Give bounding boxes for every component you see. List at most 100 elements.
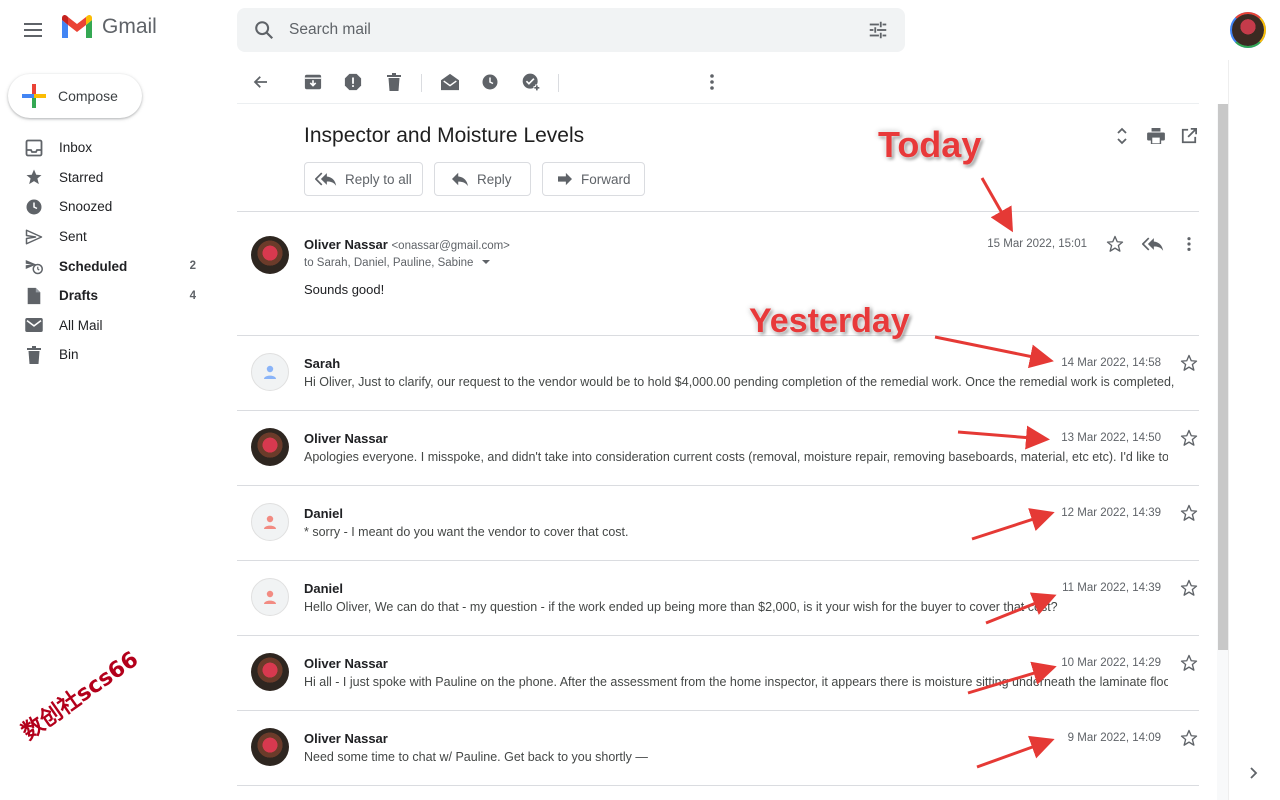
mark-unread-button[interactable] <box>438 70 462 94</box>
sidebar-item-bin[interactable]: Bin <box>0 340 210 370</box>
message-snippet: Hi all - I just spoke with Pauline on th… <box>304 675 1168 689</box>
star-button[interactable] <box>1179 353 1199 373</box>
trash-icon <box>387 73 401 91</box>
message-snippet: Apologies everyone. I misspoke, and didn… <box>304 450 1168 464</box>
sender-avatar[interactable] <box>251 503 289 541</box>
chevron-right-icon <box>1250 767 1258 779</box>
snooze-button[interactable] <box>478 70 502 94</box>
search-options-icon[interactable] <box>867 19 889 41</box>
message-date: 11 Mar 2022, 14:39 <box>1062 582 1161 594</box>
report-spam-icon <box>344 73 362 91</box>
sender-avatar[interactable] <box>251 428 289 466</box>
sender-avatar[interactable] <box>251 728 289 766</box>
archive-button[interactable] <box>301 70 325 94</box>
more-options-button[interactable] <box>700 70 724 94</box>
star-button[interactable] <box>1179 653 1199 673</box>
sidebar-item-all-mail[interactable]: All Mail <box>0 311 210 341</box>
sender-avatar[interactable] <box>251 653 289 691</box>
sender-email: <onassar@gmail.com> <box>391 240 510 252</box>
reply-label: Reply <box>477 171 512 187</box>
sender-name: Oliver Nassar <box>304 431 388 446</box>
forward-label: Forward <box>581 171 631 187</box>
star-button[interactable] <box>1105 234 1125 254</box>
search-icon[interactable] <box>253 19 275 41</box>
main-menu-button[interactable] <box>18 14 50 46</box>
reply-button[interactable]: Reply <box>434 162 531 196</box>
sidebar-item-drafts[interactable]: Drafts 4 <box>0 281 210 311</box>
account-avatar[interactable] <box>1230 12 1266 48</box>
sidebar-item-inbox[interactable]: Inbox <box>0 133 210 163</box>
annotation-yesterday: Yesterday <box>749 302 910 340</box>
star-outline-icon <box>1106 235 1124 252</box>
star-button[interactable] <box>1179 503 1199 523</box>
reply-all-button[interactable]: Reply to all <box>304 162 423 196</box>
add-to-tasks-button[interactable] <box>519 70 543 94</box>
person-icon <box>264 590 276 604</box>
search-input[interactable] <box>289 8 849 52</box>
reply-all-inline-button[interactable] <box>1142 234 1164 254</box>
reply-icon <box>452 172 468 187</box>
gmail-logo[interactable]: Gmail <box>60 14 157 40</box>
sender-avatar[interactable] <box>251 353 289 391</box>
sidebar-item-label: Snoozed <box>59 199 113 215</box>
star-outline-icon <box>1180 579 1198 596</box>
star-outline-icon <box>1180 429 1198 446</box>
person-icon <box>264 365 276 379</box>
delete-button[interactable] <box>382 70 406 94</box>
message-date: 9 Mar 2022, 14:09 <box>1067 732 1161 744</box>
sender-avatar[interactable] <box>251 578 289 616</box>
hamburger-menu-icon <box>24 23 42 37</box>
arrow-back-icon <box>253 76 267 88</box>
clock-icon <box>24 197 44 217</box>
forward-button[interactable]: Forward <box>542 162 645 196</box>
forward-icon <box>558 172 572 186</box>
message-collapsed[interactable]: Daniel Hello Oliver, We can do that - my… <box>237 561 1199 635</box>
sidebar-item-snoozed[interactable]: Snoozed <box>0 192 210 222</box>
sender-name[interactable]: Oliver Nassar <box>304 237 388 252</box>
message-date: 12 Mar 2022, 14:39 <box>1061 507 1161 519</box>
drafts-count: 4 <box>189 289 196 302</box>
print-button[interactable] <box>1146 126 1166 146</box>
star-button[interactable] <box>1179 728 1199 748</box>
watermark-text: 数创社scs66 <box>17 646 144 746</box>
sidebar-item-scheduled[interactable]: Scheduled 2 <box>0 251 210 281</box>
show-side-panel-button[interactable] <box>1245 764 1263 782</box>
message-toolbar <box>237 60 1199 104</box>
compose-plus-icon <box>22 84 46 108</box>
back-button[interactable] <box>249 70 273 94</box>
message-body: Sounds good! <box>304 282 385 297</box>
star-button[interactable] <box>1179 428 1199 448</box>
reply-all-icon <box>315 172 337 186</box>
sidebar-nav: Inbox Starred Snoozed Sent Scheduled 2 D… <box>0 133 210 370</box>
message-collapsed[interactable]: Oliver Nassar Apologies everyone. I miss… <box>237 411 1199 485</box>
open-in-new-icon <box>1181 128 1197 144</box>
open-new-window-button[interactable] <box>1179 126 1199 146</box>
chevron-down-icon[interactable] <box>481 258 491 266</box>
message-date: 13 Mar 2022, 14:50 <box>1061 432 1161 444</box>
star-outline-icon <box>1180 504 1198 521</box>
sender-avatar[interactable] <box>251 236 289 274</box>
message-collapsed[interactable]: Daniel * sorry - I meant do you want the… <box>237 486 1199 560</box>
sender-name: Oliver Nassar <box>304 731 388 746</box>
toolbar-divider <box>558 74 559 92</box>
recipients-line[interactable]: to Sarah, Daniel, Pauline, Sabine <box>304 257 491 269</box>
message-collapsed[interactable]: Oliver Nassar Hi all - I just spoke with… <box>237 636 1199 710</box>
scheduled-send-icon <box>24 256 44 276</box>
sidebar-item-sent[interactable]: Sent <box>0 222 210 252</box>
message-collapsed[interactable]: Oliver Nassar Need some time to chat w/ … <box>237 711 1199 785</box>
sidebar-item-starred[interactable]: Starred <box>0 163 210 193</box>
mail-icon <box>24 315 44 335</box>
compose-button[interactable]: Compose <box>8 74 142 118</box>
report-spam-button[interactable] <box>341 70 365 94</box>
star-outline-icon <box>1180 729 1198 746</box>
message-snippet: * sorry - I meant do you want the vendor… <box>304 525 629 539</box>
star-button[interactable] <box>1179 578 1199 598</box>
message-collapsed[interactable]: Sarah Hi Oliver, Just to clarify, our re… <box>237 336 1199 410</box>
thread-divider <box>237 785 1199 786</box>
message-date: 10 Mar 2022, 14:29 <box>1061 657 1161 669</box>
sidebar-item-label: All Mail <box>59 317 103 333</box>
message-more-button[interactable] <box>1179 234 1199 254</box>
expand-all-button[interactable] <box>1112 126 1132 146</box>
message-snippet: Need some time to chat w/ Pauline. Get b… <box>304 750 648 764</box>
scrollbar-thumb[interactable] <box>1218 104 1228 650</box>
